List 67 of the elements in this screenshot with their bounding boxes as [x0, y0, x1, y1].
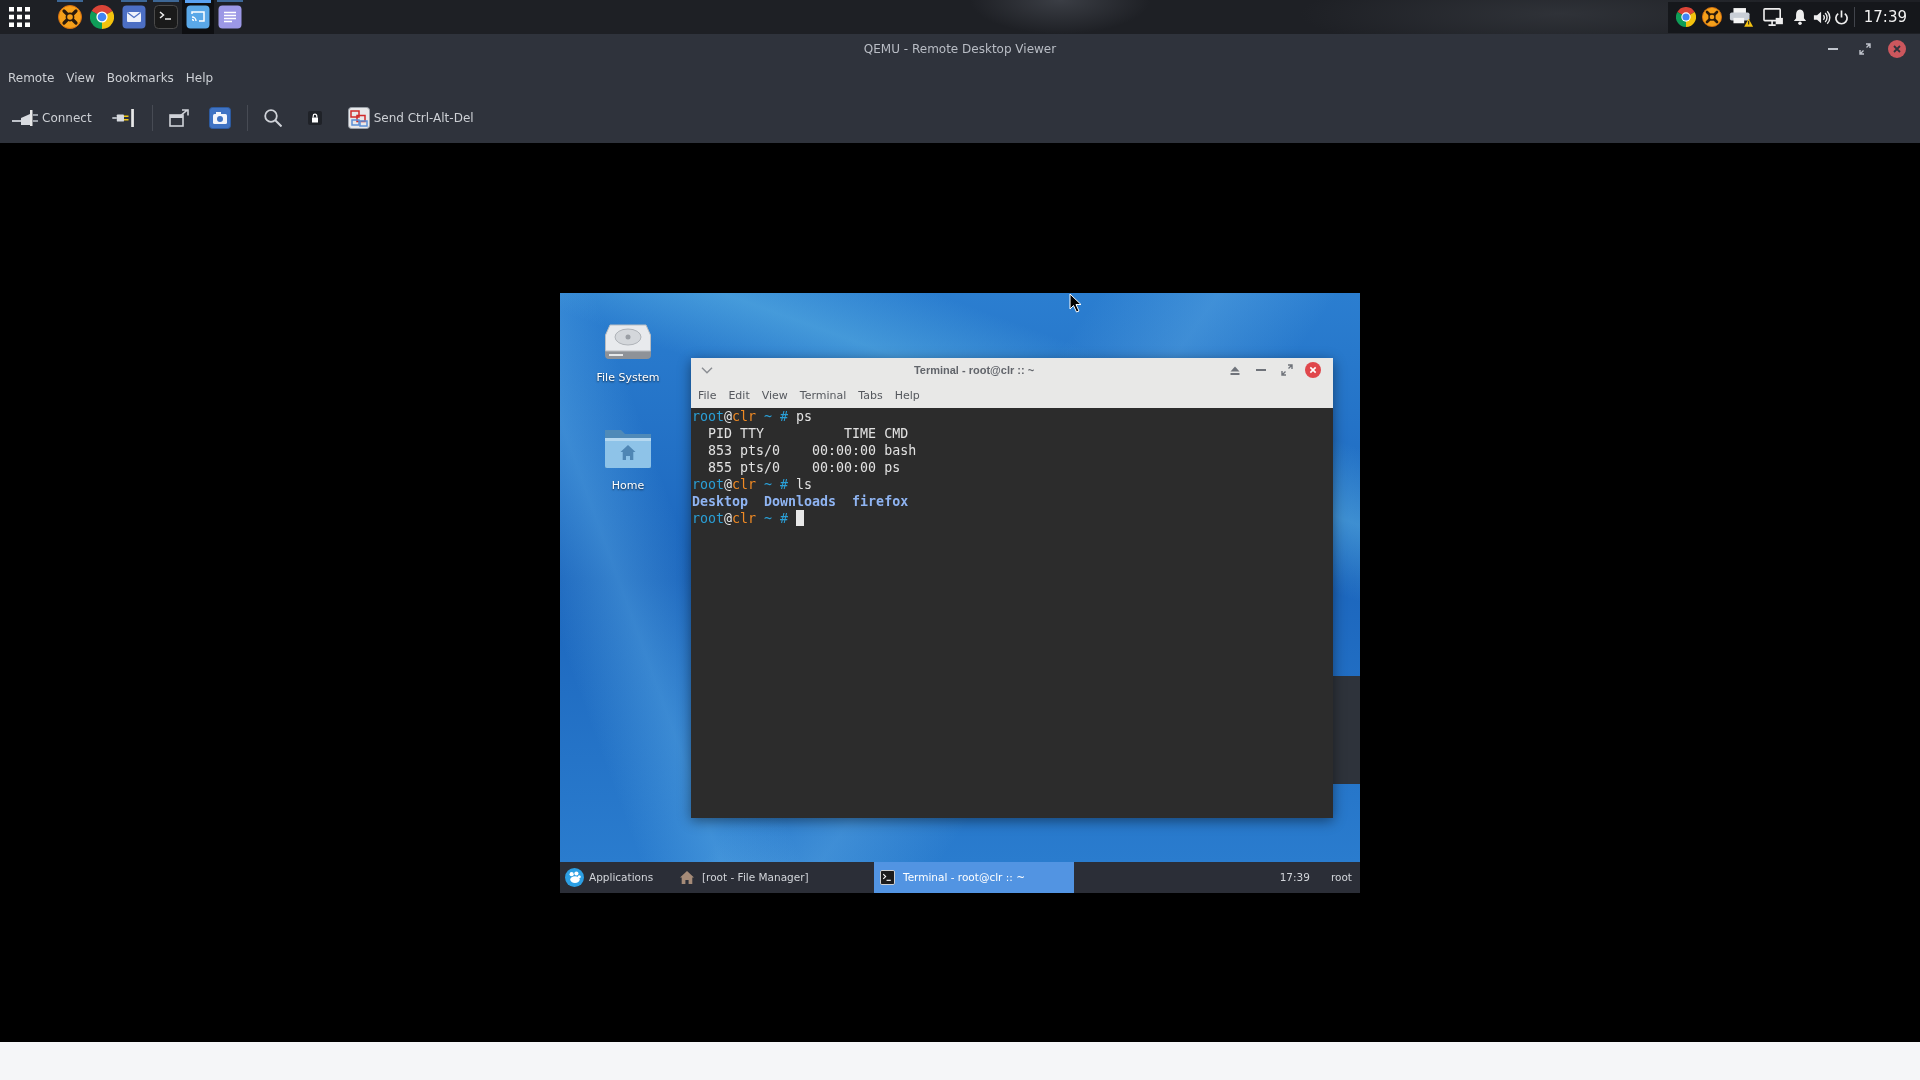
- camera-icon: [208, 106, 231, 129]
- close-icon: [1305, 362, 1321, 378]
- printer-warning-icon[interactable]: [1729, 7, 1755, 27]
- house-icon: [680, 870, 694, 884]
- terminal-icon: [154, 5, 178, 29]
- window-title: Terminal - root@clr :: ~: [913, 364, 1035, 376]
- menu-item[interactable]: Bookmarks: [100, 67, 180, 89]
- menu-item[interactable]: File: [692, 385, 723, 405]
- clock-text: 17:39: [1279, 871, 1310, 883]
- restore-icon: [1281, 364, 1293, 376]
- document-lines-icon: [218, 5, 242, 29]
- restore-icon: [1859, 43, 1871, 55]
- app-grid-icon[interactable]: [9, 7, 30, 27]
- bell-icon[interactable]: [1792, 9, 1807, 25]
- terminal-line: root@clr ~ #: [692, 509, 790, 527]
- desktop-shortcut[interactable]: File System: [573, 316, 683, 385]
- pointer-icon: [1069, 292, 1082, 313]
- menu-item[interactable]: Terminal: [793, 385, 853, 405]
- menu-item[interactable]: View: [60, 67, 101, 89]
- menu-item[interactable]: Remote: [2, 67, 61, 89]
- cast-screen-icon: [186, 5, 210, 29]
- minimize-icon: [1256, 369, 1266, 371]
- envelope-icon: [122, 5, 146, 29]
- close-button[interactable]: [1886, 38, 1908, 60]
- segmented-circle-icon: [90, 5, 114, 29]
- plug-icon: [12, 108, 38, 127]
- launcher-button[interactable]: [182, 0, 214, 34]
- x-circle-icon[interactable]: [1702, 7, 1723, 27]
- monitor-icon[interactable]: [1762, 8, 1783, 26]
- taskbar-window-button[interactable]: Terminal - root@clr :: ~: [874, 861, 1074, 893]
- window-arrow-icon: [168, 108, 189, 127]
- terminal-line: 855 pts/0 00:00:00 ps: [707, 458, 901, 476]
- padlock-icon: [307, 110, 322, 125]
- applications-menu-button[interactable]: Applications: [560, 861, 672, 893]
- segmented-circle-icon[interactable]: [1676, 7, 1697, 27]
- terminal-line: 853 pts/0 00:00:00 bash: [707, 441, 917, 459]
- clock-text: 17:39: [1863, 8, 1908, 26]
- menu-item[interactable]: Tabs: [852, 385, 889, 405]
- desktop-shortcut[interactable]: Home: [573, 423, 683, 493]
- caret-icon: [701, 366, 713, 374]
- power-icon[interactable]: [1834, 9, 1850, 25]
- menu-item[interactable]: Help: [179, 67, 220, 89]
- menu-item[interactable]: Edit: [722, 385, 756, 405]
- hard-drive-icon: [604, 323, 652, 360]
- send-keys-button[interactable]: Send Ctrl-Alt-Del: [343, 102, 478, 133]
- eject-icon: [1230, 365, 1240, 375]
- minimize-icon: [1828, 48, 1838, 50]
- volume-icon[interactable]: [1812, 9, 1831, 25]
- user-name: root: [1330, 871, 1352, 883]
- x-circle-icon: [58, 5, 82, 29]
- terminal-line: Desktop Downloads firefox: [692, 492, 909, 510]
- close-icon: [1888, 40, 1906, 58]
- connect-button[interactable]: Connect: [8, 102, 96, 133]
- menu-item[interactable]: View: [755, 385, 794, 405]
- plug-socket-icon: [111, 108, 136, 127]
- terminal-line: PID TTY TIME CMD: [707, 424, 909, 442]
- paw-logo-icon: [565, 867, 584, 887]
- terminal-line: root@clr ~ # ls: [692, 475, 813, 493]
- search-icon: [263, 108, 282, 127]
- terminal-icon: [880, 869, 895, 885]
- home-folder-icon: [604, 428, 652, 469]
- taskbar-window-button[interactable]: [root - File Manager]: [674, 861, 874, 893]
- keys-icon: [347, 106, 370, 129]
- terminal-line: root@clr ~ # ps: [692, 407, 813, 425]
- window-title: QEMU - Remote Desktop Viewer: [863, 42, 1057, 56]
- close-button[interactable]: [1303, 360, 1323, 380]
- menu-item[interactable]: Help: [888, 385, 926, 405]
